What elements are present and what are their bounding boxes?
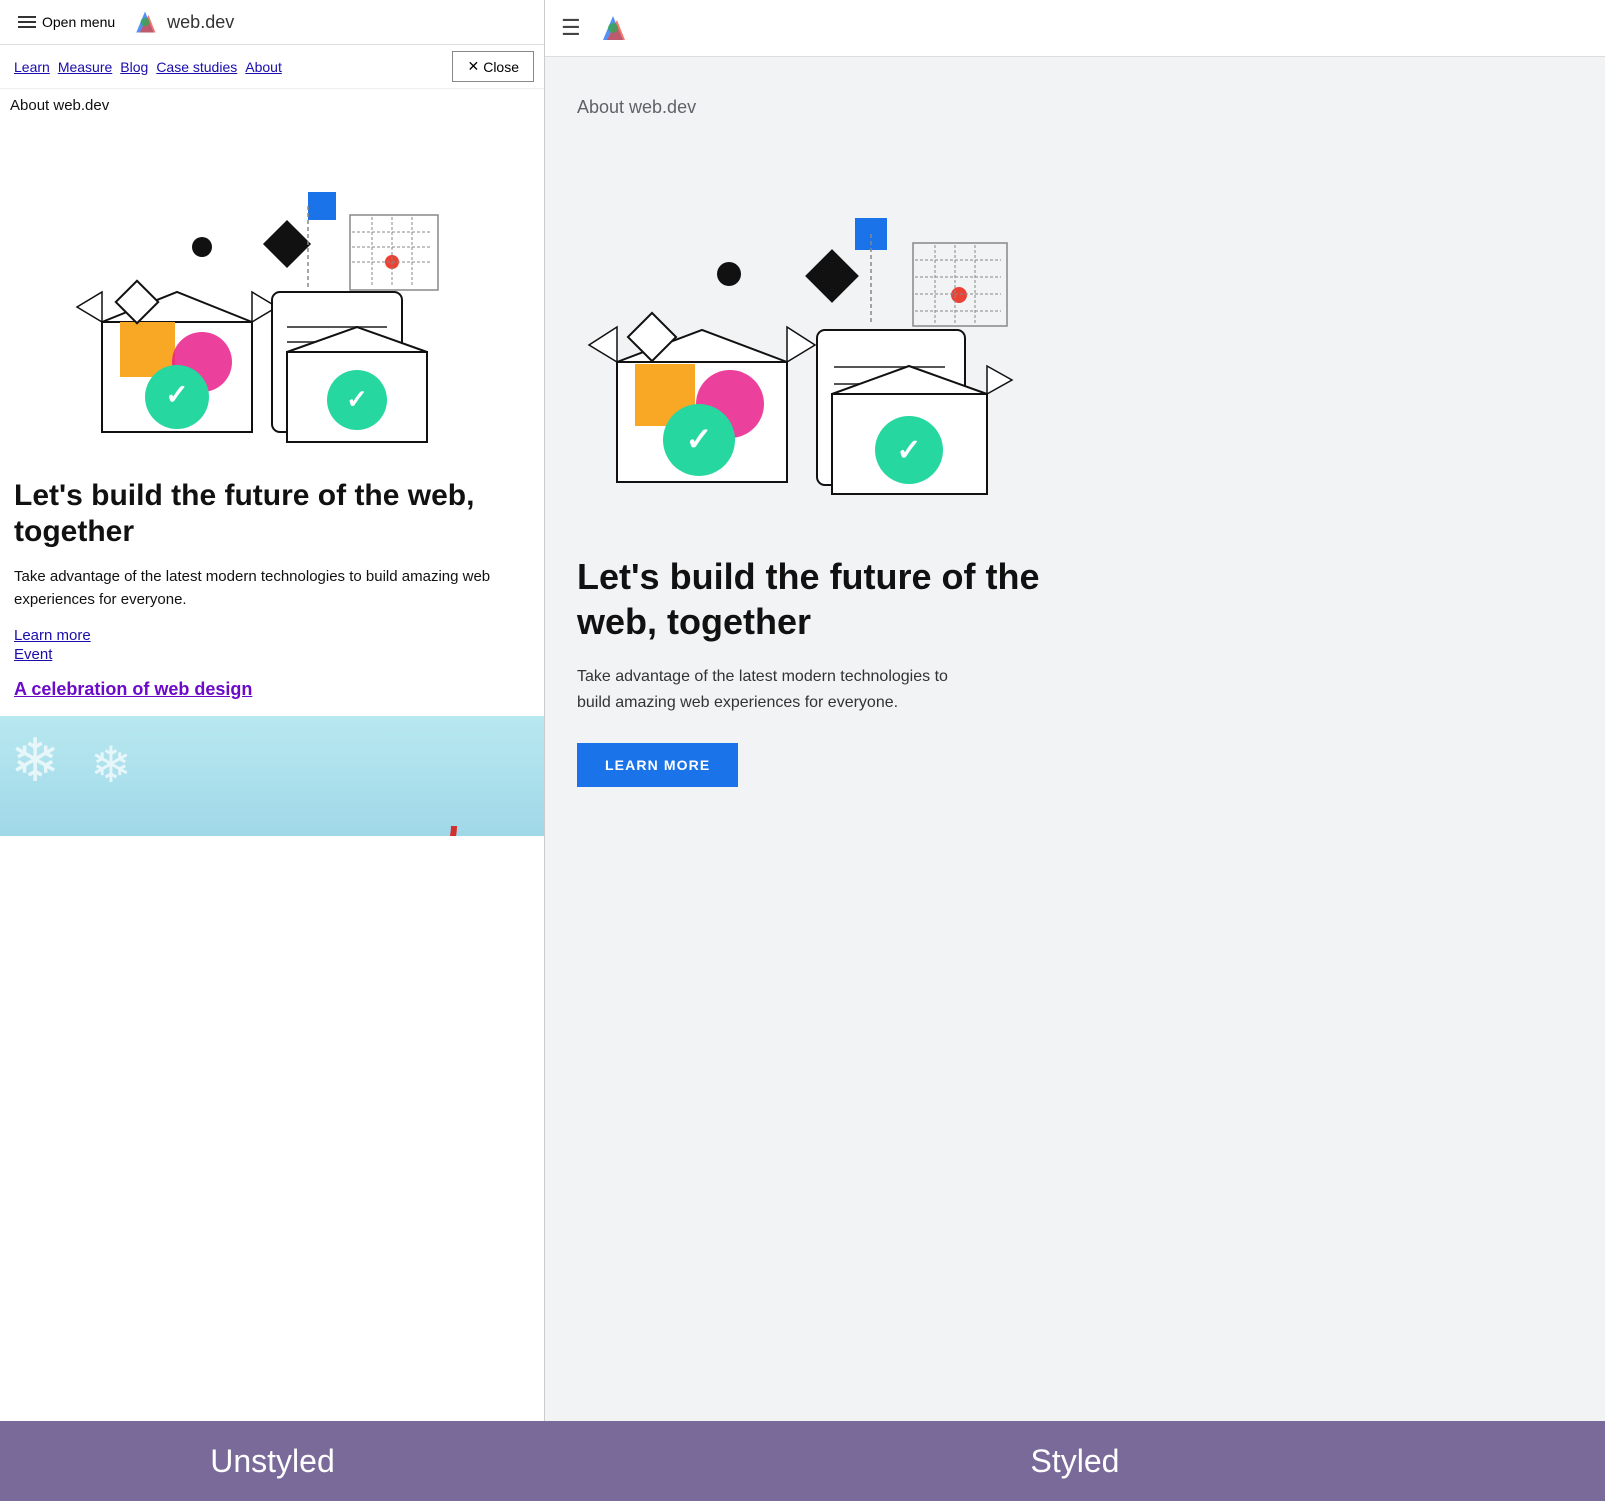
hero-title-left: Let's build the future of the web, toget… xyxy=(14,478,530,550)
illustration-left: ✓ ✓ xyxy=(0,122,544,462)
logo-icon xyxy=(131,8,159,36)
hamburger-icon-right[interactable]: ☰ xyxy=(561,15,581,41)
illustration-right: ✓ ✓ xyxy=(577,142,1057,522)
styled-label: Styled xyxy=(1031,1443,1120,1480)
nav-learn[interactable]: Learn xyxy=(10,57,54,77)
nav-case-studies[interactable]: Case studies xyxy=(152,57,241,77)
hero-desc-left: Take advantage of the latest modern tech… xyxy=(14,566,530,611)
circle-decoration xyxy=(344,746,464,836)
bottom-labels: Unstyled Styled xyxy=(0,1421,1605,1501)
close-icon: ✕ xyxy=(467,58,479,75)
about-text-left: About web.dev xyxy=(0,89,544,122)
label-styled: Styled xyxy=(545,1421,1605,1501)
close-button[interactable]: ✕ Close xyxy=(452,51,534,82)
menu-button[interactable]: Open menu xyxy=(10,10,123,34)
links-section: Learn more Event xyxy=(14,627,530,663)
left-header: Open menu web.dev xyxy=(0,0,544,45)
left-panel: Open menu web.dev Learn Measure Blog Cas… xyxy=(0,0,545,1421)
snowflake-icon-2: ❄ xyxy=(90,736,132,794)
nav-bar: Learn Measure Blog Case studies About ✕ … xyxy=(0,45,544,89)
hero-title-right: Let's build the future of the web, toget… xyxy=(577,554,1057,644)
nav-blog[interactable]: Blog xyxy=(116,57,152,77)
site-title-left: web.dev xyxy=(167,12,234,33)
about-text-right: About web.dev xyxy=(577,97,1573,118)
nav-measure[interactable]: Measure xyxy=(54,57,116,77)
close-label: Close xyxy=(483,59,519,75)
label-unstyled: Unstyled xyxy=(0,1421,545,1501)
learn-more-link[interactable]: Learn more xyxy=(14,627,530,644)
menu-label: Open menu xyxy=(42,14,115,30)
svg-text:✓: ✓ xyxy=(686,421,713,457)
logo-icon-right xyxy=(597,12,629,44)
learn-more-button[interactable]: LEARN MORE xyxy=(577,743,738,787)
right-panel: ☰ About web.dev xyxy=(545,0,1605,1421)
snowflake-icon-1: ❄ xyxy=(10,726,60,796)
nav-links: Learn Measure Blog Case studies About xyxy=(10,57,452,77)
nav-about[interactable]: About xyxy=(241,57,286,77)
svg-text:✓: ✓ xyxy=(165,379,188,410)
celebration-link[interactable]: A celebration of web design xyxy=(14,679,252,699)
illustration-svg-left: ✓ ✓ xyxy=(72,132,472,452)
hero-desc-right: Take advantage of the latest modern tech… xyxy=(577,664,957,715)
illustration-svg-right: ✓ ✓ xyxy=(577,152,1057,512)
hamburger-icon xyxy=(18,16,36,28)
right-header: ☰ xyxy=(545,0,1605,57)
content-left: Let's build the future of the web, toget… xyxy=(0,462,544,716)
event-link[interactable]: Event xyxy=(14,646,530,663)
bottom-preview: ❄ ❄ xyxy=(0,716,544,836)
unstyled-label: Unstyled xyxy=(210,1443,335,1480)
right-content: About web.dev ✓ xyxy=(545,57,1605,1421)
svg-text:✓: ✓ xyxy=(896,434,921,467)
svg-text:✓: ✓ xyxy=(346,384,368,414)
